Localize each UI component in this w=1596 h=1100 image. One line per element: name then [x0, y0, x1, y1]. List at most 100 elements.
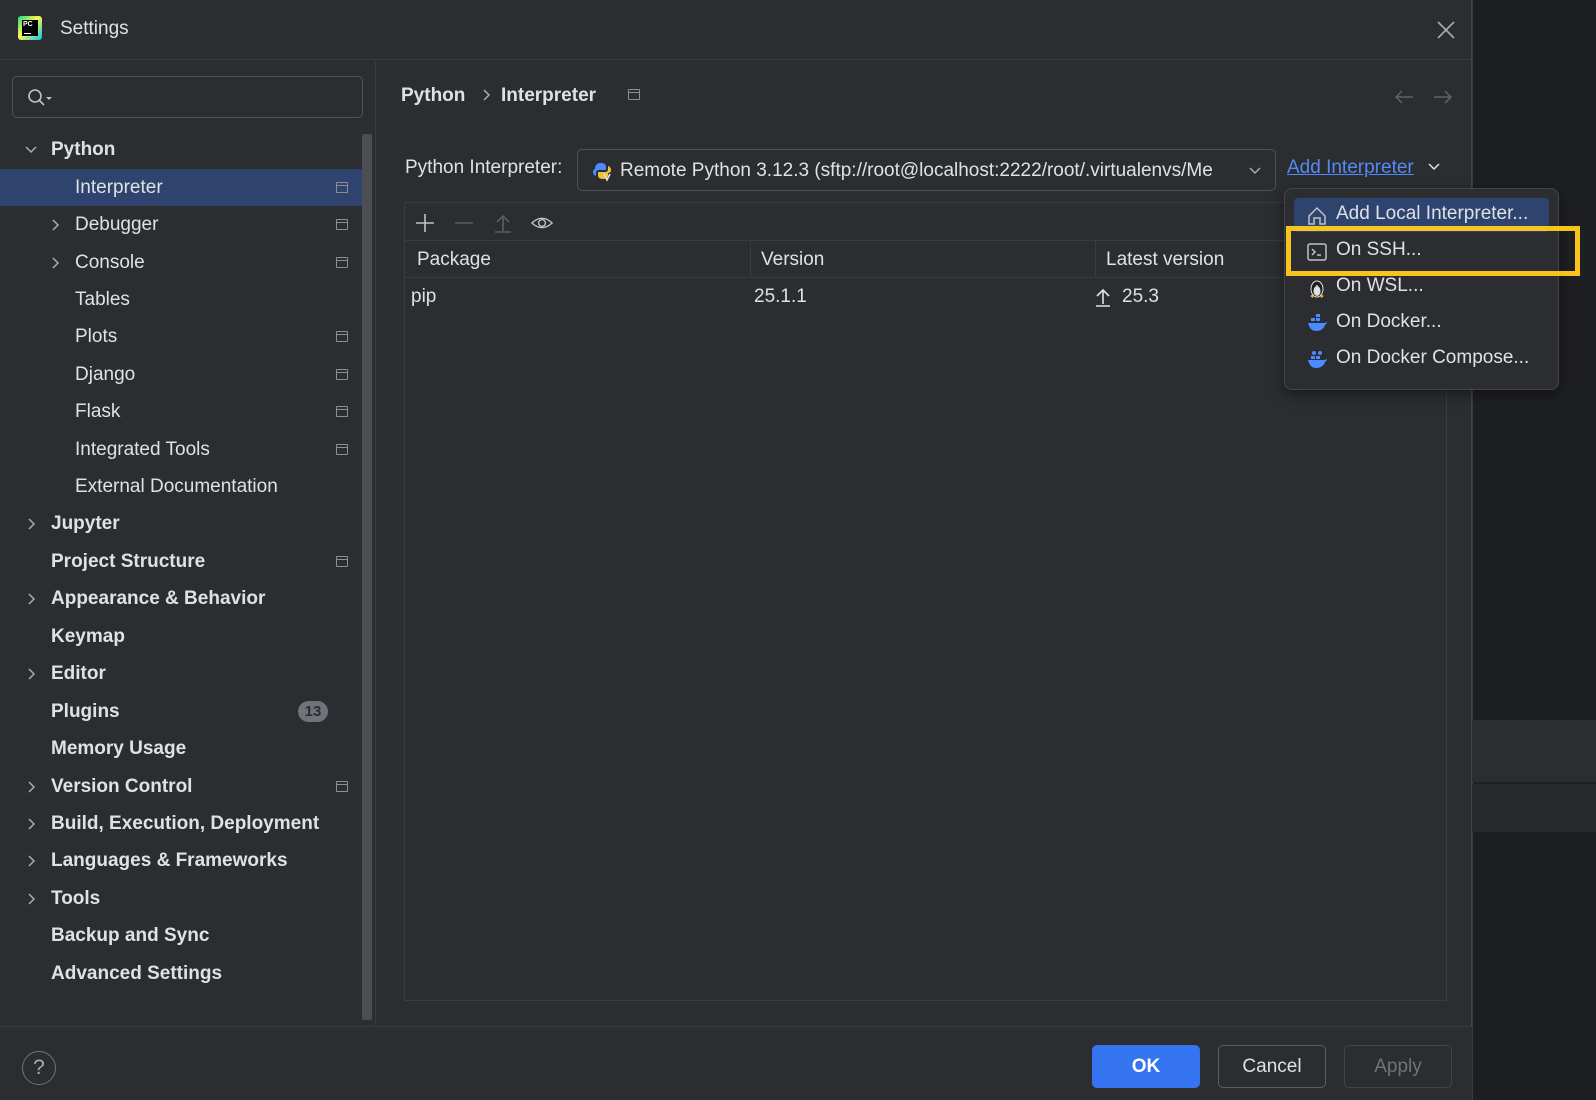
cancel-button[interactable]: Cancel: [1218, 1045, 1326, 1088]
search-icon: [28, 89, 52, 106]
sidebar-item-editor[interactable]: Editor: [0, 655, 372, 692]
back-arrow-icon[interactable]: [1393, 89, 1415, 105]
cell-version: 25.1.1: [754, 286, 807, 307]
chevron-down-icon[interactable]: [24, 143, 38, 157]
project-scope-icon: [336, 444, 348, 455]
sidebar-item-python[interactable]: Python: [0, 131, 372, 168]
chevron-right-icon[interactable]: [24, 667, 38, 681]
eye-icon[interactable]: [531, 212, 553, 234]
upgrade-available-icon: [1096, 288, 1110, 307]
home-icon: [1308, 206, 1326, 225]
sidebar-item-jupyter[interactable]: Jupyter: [0, 505, 372, 542]
settings-dialog: PC Settings Python Interpreter Debugger: [0, 0, 1472, 1100]
sidebar-item-memory-usage[interactable]: Memory Usage: [0, 730, 372, 767]
chevron-down-icon: [1249, 167, 1261, 175]
project-scope-icon: [336, 257, 348, 268]
cell-latest-version: 25.3: [1122, 286, 1159, 307]
apply-button[interactable]: Apply: [1344, 1045, 1452, 1088]
sidebar-item-label: External Documentation: [75, 476, 278, 497]
sidebar-item-version-control[interactable]: Version Control: [0, 768, 372, 805]
column-header-version[interactable]: Version: [761, 249, 824, 271]
sidebar-item-django[interactable]: Django: [0, 356, 372, 393]
menu-item-on-wsl[interactable]: On WSL...: [1294, 270, 1549, 304]
menu-item-on-ssh[interactable]: On SSH...: [1294, 234, 1549, 268]
sidebar-item-label: Django: [75, 364, 136, 385]
sidebar-item-languages-frameworks[interactable]: Languages & Frameworks: [0, 842, 372, 879]
add-icon[interactable]: [414, 212, 436, 234]
sidebar-item-keymap[interactable]: Keymap: [0, 618, 372, 655]
chevron-right-icon[interactable]: [24, 780, 38, 794]
title-bar: PC Settings: [0, 0, 1472, 60]
sidebar-item-console[interactable]: Console: [0, 244, 372, 281]
column-divider[interactable]: [750, 241, 751, 278]
menu-item-on-docker-compose[interactable]: On Docker Compose...: [1294, 342, 1549, 376]
project-scope-icon: [336, 781, 348, 792]
search-input[interactable]: [12, 76, 363, 118]
background-editor-area: [1472, 0, 1596, 1100]
sidebar-item-label: Integrated Tools: [75, 439, 210, 460]
sidebar-item-external-documentation[interactable]: External Documentation: [0, 468, 372, 505]
chevron-down-icon[interactable]: [1427, 161, 1441, 173]
column-divider[interactable]: [1095, 241, 1096, 278]
sidebar-item-label: Interpreter: [75, 177, 163, 198]
sidebar-item-project-structure[interactable]: Project Structure: [0, 543, 372, 580]
ok-button[interactable]: OK: [1092, 1045, 1200, 1088]
sidebar-item-label: Plots: [75, 326, 118, 347]
project-scope-icon: [336, 331, 348, 342]
chevron-right-icon[interactable]: [24, 854, 38, 868]
forward-arrow-icon[interactable]: [1432, 89, 1454, 105]
sidebar-item-tables[interactable]: Tables: [0, 281, 372, 318]
sidebar-item-backup-and-sync[interactable]: Backup and Sync: [0, 917, 372, 954]
column-header-latest-version[interactable]: Latest version: [1106, 249, 1224, 271]
sidebar-item-label: Console: [75, 252, 145, 273]
sidebar-item-flask[interactable]: Flask: [0, 393, 372, 430]
close-icon[interactable]: [1434, 18, 1458, 42]
sidebar-item-appearance-behavior[interactable]: Appearance & Behavior: [0, 580, 372, 617]
sidebar-item-label: Editor: [51, 663, 106, 684]
project-scope-icon: [336, 369, 348, 380]
sidebar-item-label: Backup and Sync: [51, 925, 210, 946]
chevron-right-icon[interactable]: [24, 592, 38, 606]
sidebar-item-tools[interactable]: Tools: [0, 880, 372, 917]
menu-item-label: On WSL...: [1336, 275, 1424, 296]
sidebar-item-label: Flask: [75, 401, 121, 422]
sidebar-item-label: Plugins: [51, 701, 120, 722]
interpreter-select[interactable]: Remote Python 3.12.3 (sftp://root@localh…: [577, 149, 1276, 191]
plugins-count-badge: 13: [298, 701, 328, 722]
sidebar-item-label: Python: [51, 139, 116, 160]
sidebar-item-plugins[interactable]: Plugins 13: [0, 693, 372, 730]
sidebar-item-advanced-settings[interactable]: Advanced Settings: [0, 955, 372, 992]
upgrade-icon[interactable]: [492, 212, 514, 234]
sidebar-item-label: Jupyter: [51, 513, 120, 534]
sidebar-item-interpreter[interactable]: Interpreter: [0, 169, 372, 206]
sidebar-scrollbar[interactable]: [362, 134, 372, 1020]
docker-icon: [1308, 314, 1327, 331]
breadcrumb-interpreter: Interpreter: [501, 85, 597, 106]
sidebar-item-label: Advanced Settings: [51, 963, 223, 984]
help-button[interactable]: ?: [22, 1051, 56, 1085]
column-header-package[interactable]: Package: [417, 249, 491, 271]
pycharm-logo-icon: PC: [18, 16, 42, 40]
sidebar-item-plots[interactable]: Plots: [0, 318, 372, 355]
dialog-title: Settings: [60, 18, 129, 39]
add-interpreter-link[interactable]: Add Interpreter: [1287, 157, 1414, 179]
menu-item-on-docker[interactable]: On Docker...: [1294, 306, 1549, 340]
sidebar-item-build-execution-deployment[interactable]: Build, Execution, Deployment: [0, 805, 372, 842]
chevron-right-icon[interactable]: [48, 256, 62, 270]
sidebar-item-integrated-tools[interactable]: Integrated Tools: [0, 431, 372, 468]
project-scope-icon: [336, 406, 348, 417]
menu-item-label: Add Local Interpreter...: [1336, 203, 1529, 224]
chevron-right-icon[interactable]: [24, 817, 38, 831]
project-scope-icon: [336, 219, 348, 230]
chevron-right-icon[interactable]: [24, 517, 38, 531]
menu-item-add-local-interpreter[interactable]: Add Local Interpreter...: [1294, 198, 1549, 232]
chevron-right-icon[interactable]: [24, 892, 38, 906]
chevron-right-icon: [483, 89, 491, 101]
sidebar-item-label: Memory Usage: [51, 738, 187, 759]
sidebar-item-label: Tables: [75, 289, 130, 310]
menu-item-label: On Docker Compose...: [1336, 347, 1530, 368]
remove-icon[interactable]: [453, 212, 475, 234]
sidebar-item-debugger[interactable]: Debugger: [0, 206, 372, 243]
chevron-right-icon[interactable]: [48, 218, 62, 232]
breadcrumb-python[interactable]: Python: [401, 85, 465, 107]
